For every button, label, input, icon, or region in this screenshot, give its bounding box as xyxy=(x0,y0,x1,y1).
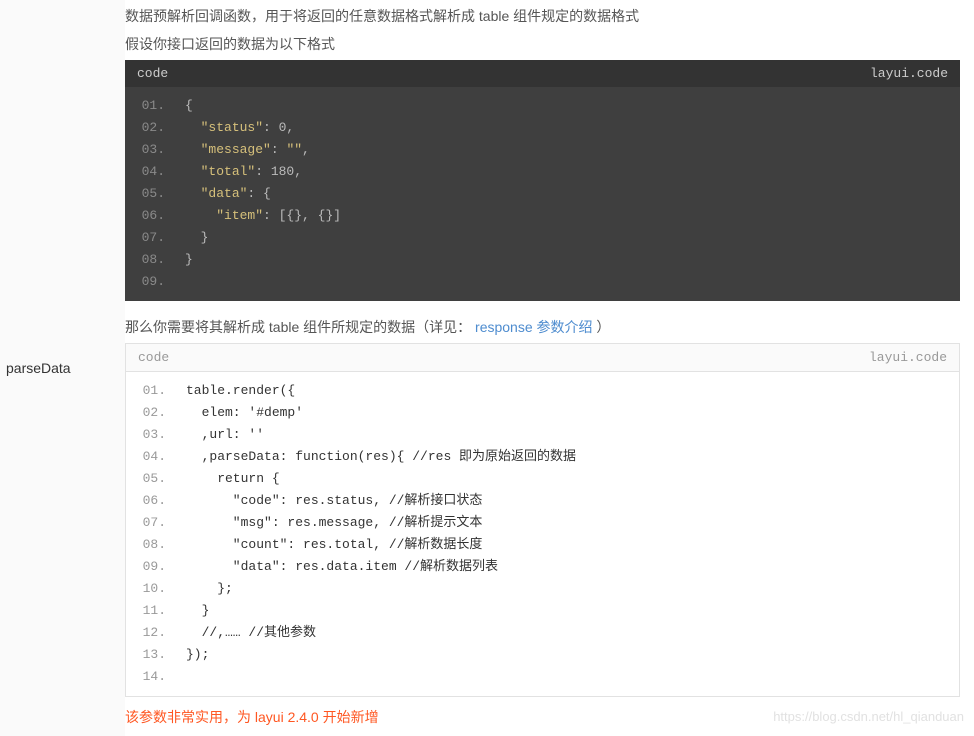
line-number: 13. xyxy=(126,644,176,666)
code-block-body: 01.table.render({02. elem: '#demp'03. ,u… xyxy=(126,372,959,696)
doc-table-row: parseData 数据预解析回调函数，用于将返回的任意数据格式解析成 tabl… xyxy=(0,0,974,736)
code-block-title: code xyxy=(138,350,169,365)
line-content: }); xyxy=(176,644,959,666)
line-number: 14. xyxy=(126,666,176,688)
line-number: 04. xyxy=(126,446,176,468)
code-block-body: 01.{02. "status": 0,03. "message": "",04… xyxy=(125,87,960,301)
code-block-source: layui.code xyxy=(870,66,948,81)
line-content: "status": 0, xyxy=(175,117,960,139)
line-number: 11. xyxy=(126,600,176,622)
intro-line-2: 假设你接口返回的数据为以下格式 xyxy=(125,32,960,56)
line-number: 06. xyxy=(126,490,176,512)
line-number: 01. xyxy=(126,380,176,402)
code-line: 04. "total": 180, xyxy=(125,161,960,183)
line-content: ,url: '' xyxy=(176,424,959,446)
line-number: 03. xyxy=(125,139,175,161)
line-number: 03. xyxy=(126,424,176,446)
line-content: "data": res.data.item //解析数据列表 xyxy=(176,556,959,578)
line-content: } xyxy=(175,249,960,271)
code-line: 08. "count": res.total, //解析数据长度 xyxy=(126,534,959,556)
line-number: 07. xyxy=(126,512,176,534)
line-content: table.render({ xyxy=(176,380,959,402)
code-block-json-example: code layui.code 01.{02. "status": 0,03. … xyxy=(125,60,960,301)
code-line: 02. "status": 0, xyxy=(125,117,960,139)
line-content: } xyxy=(175,227,960,249)
code-line: 09. xyxy=(125,271,960,293)
code-line: 13.}); xyxy=(126,644,959,666)
line-number: 02. xyxy=(125,117,175,139)
code-line: 07. } xyxy=(125,227,960,249)
line-content xyxy=(175,271,960,293)
line-number: 08. xyxy=(125,249,175,271)
param-desc-cell: 数据预解析回调函数，用于将返回的任意数据格式解析成 table 组件规定的数据格… xyxy=(125,0,974,736)
code-line: 03. ,url: '' xyxy=(126,424,959,446)
mid-text-after: ） xyxy=(596,319,610,335)
line-content: }; xyxy=(176,578,959,600)
code-line: 04. ,parseData: function(res){ //res 即为原… xyxy=(126,446,959,468)
param-name-cell: parseData xyxy=(0,0,125,736)
line-content: //,…… //其他参数 xyxy=(176,622,959,644)
code-line: 08.} xyxy=(125,249,960,271)
line-number: 06. xyxy=(125,205,175,227)
code-line: 10. }; xyxy=(126,578,959,600)
line-content: ,parseData: function(res){ //res 即为原始返回的… xyxy=(176,446,959,468)
code-block-title: code xyxy=(137,66,168,81)
code-line: 09. "data": res.data.item //解析数据列表 xyxy=(126,556,959,578)
code-line: 05. return { xyxy=(126,468,959,490)
code-line: 01.{ xyxy=(125,95,960,117)
code-line: 06. "code": res.status, //解析接口状态 xyxy=(126,490,959,512)
code-line: 06. "item": [{}, {}] xyxy=(125,205,960,227)
code-block-header: code layui.code xyxy=(125,60,960,87)
line-number: 12. xyxy=(126,622,176,644)
line-content: return { xyxy=(176,468,959,490)
line-content: "count": res.total, //解析数据长度 xyxy=(176,534,959,556)
line-content: } xyxy=(176,600,959,622)
intro-line-1: 数据预解析回调函数，用于将返回的任意数据格式解析成 table 组件规定的数据格… xyxy=(125,4,960,28)
code-line: 11. } xyxy=(126,600,959,622)
line-number: 04. xyxy=(125,161,175,183)
line-content: elem: '#demp' xyxy=(176,402,959,424)
line-content xyxy=(176,666,959,688)
line-content: "msg": res.message, //解析提示文本 xyxy=(176,512,959,534)
line-number: 07. xyxy=(125,227,175,249)
line-number: 09. xyxy=(126,556,176,578)
line-number: 08. xyxy=(126,534,176,556)
mid-text-before: 那么你需要将其解析成 table 组件所规定的数据（详见： xyxy=(125,319,471,335)
line-number: 02. xyxy=(126,402,176,424)
code-line: 02. elem: '#demp' xyxy=(126,402,959,424)
line-number: 05. xyxy=(125,183,175,205)
line-number: 01. xyxy=(125,95,175,117)
param-name-text: parseData xyxy=(6,360,71,376)
line-content: { xyxy=(175,95,960,117)
line-content: "item": [{}, {}] xyxy=(175,205,960,227)
code-line: 03. "message": "", xyxy=(125,139,960,161)
code-line: 05. "data": { xyxy=(125,183,960,205)
code-line: 01.table.render({ xyxy=(126,380,959,402)
mid-paragraph: 那么你需要将其解析成 table 组件所规定的数据（详见： response 参… xyxy=(125,315,960,339)
code-block-source: layui.code xyxy=(869,350,947,365)
code-line: 14. xyxy=(126,666,959,688)
line-content: "total": 180, xyxy=(175,161,960,183)
line-content: "code": res.status, //解析接口状态 xyxy=(176,490,959,512)
code-block-header: code layui.code xyxy=(126,344,959,372)
code-line: 12. //,…… //其他参数 xyxy=(126,622,959,644)
line-number: 10. xyxy=(126,578,176,600)
line-content: "message": "", xyxy=(175,139,960,161)
watermark-text: https://blog.csdn.net/hl_qianduan xyxy=(773,709,964,724)
line-content: "data": { xyxy=(175,183,960,205)
code-block-usage-example: code layui.code 01.table.render({02. ele… xyxy=(125,343,960,697)
response-params-link[interactable]: response 参数介绍 xyxy=(475,319,592,335)
line-number: 05. xyxy=(126,468,176,490)
code-line: 07. "msg": res.message, //解析提示文本 xyxy=(126,512,959,534)
line-number: 09. xyxy=(125,271,175,293)
